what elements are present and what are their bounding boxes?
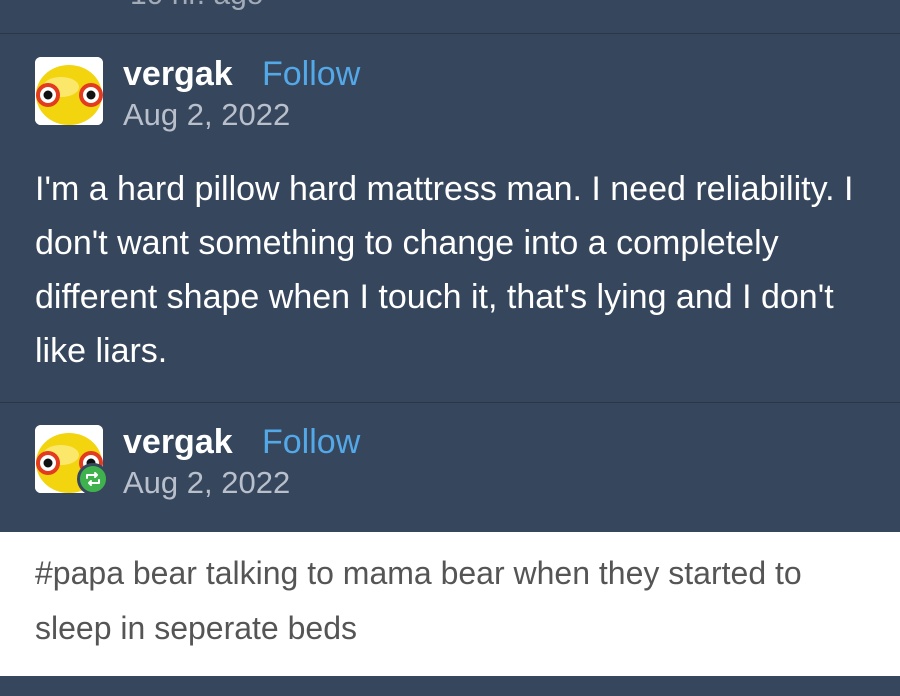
post-username[interactable]: vergak (123, 55, 233, 94)
divider (0, 33, 900, 34)
follow-button[interactable]: Follow (262, 423, 360, 462)
tags-panel: #papa bear talking to mama bear when the… (0, 532, 900, 676)
reblog-date: Aug 2, 2022 (123, 465, 291, 500)
reblog-username[interactable]: vergak (123, 423, 233, 462)
post-tags[interactable]: #papa bear talking to mama bear when the… (35, 546, 865, 656)
post-date: Aug 2, 2022 (123, 97, 291, 132)
avatar[interactable] (35, 57, 103, 125)
bottom-divider-strip (0, 676, 900, 696)
previous-post-timestamp: 10 hr. ago (130, 0, 263, 12)
reblog-badge (77, 463, 109, 495)
post-body-text: I'm a hard pillow hard mattress man. I n… (35, 170, 854, 370)
yellow-eyes-avatar-icon (35, 57, 103, 125)
divider (0, 402, 900, 403)
follow-button[interactable]: Follow (262, 55, 360, 94)
avatar[interactable] (35, 425, 109, 495)
reblog-icon (86, 472, 100, 486)
